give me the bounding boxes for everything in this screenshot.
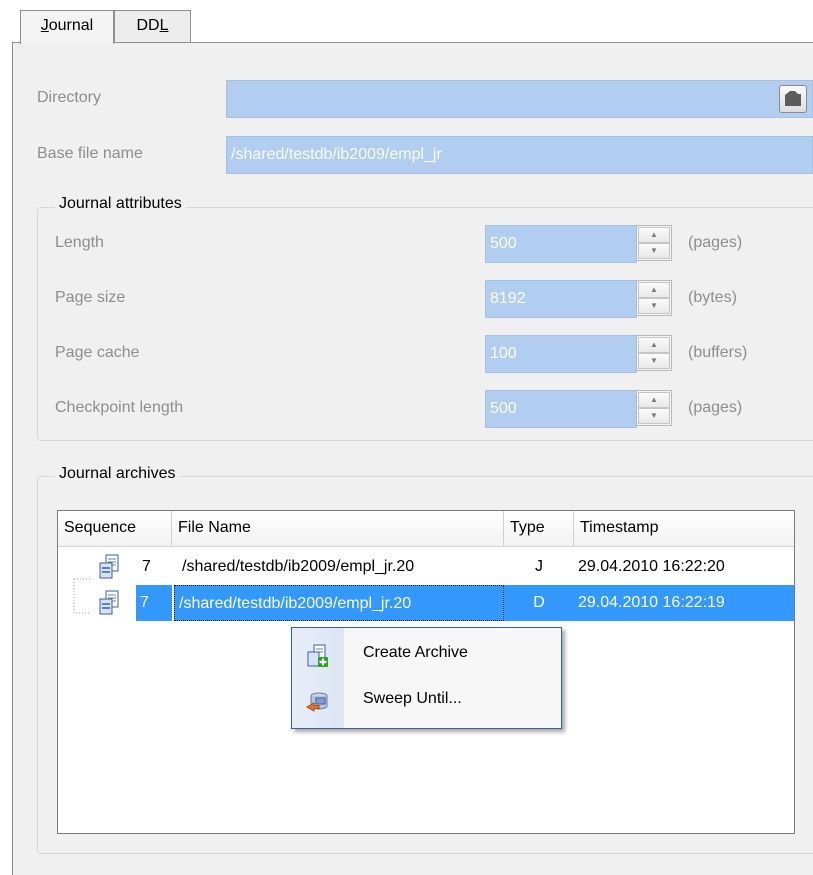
base-file-name-field[interactable]: /shared/testdb/ib2009/empl_jr bbox=[226, 136, 813, 174]
length-unit: (pages) bbox=[688, 234, 743, 251]
directory-field[interactable] bbox=[226, 80, 813, 118]
tab-ddl-label-accel: L bbox=[159, 17, 169, 34]
tab-ddl-label: DD bbox=[136, 17, 160, 34]
journal-archives-title: Journal archives bbox=[55, 465, 180, 483]
length-spinner[interactable]: ▲ ▼ bbox=[636, 225, 672, 261]
checkpoint-length-label: Checkpoint length bbox=[55, 399, 184, 416]
journal-attributes-title: Journal attributes bbox=[55, 195, 186, 213]
page-size-unit: (bytes) bbox=[688, 289, 737, 306]
tab-ddl[interactable]: DDL bbox=[114, 10, 191, 42]
page-size-label: Page size bbox=[55, 289, 126, 306]
length-label: Length bbox=[55, 234, 104, 251]
cell-sequence: 7 bbox=[136, 585, 172, 621]
context-menu: Create Archive Sweep Until... bbox=[291, 627, 562, 729]
checkpoint-length-spinner[interactable]: ▲ ▼ bbox=[636, 390, 672, 426]
spin-up-icon[interactable]: ▲ bbox=[638, 282, 670, 298]
cell-file-name: /shared/testdb/ib2009/empl_jr.20 bbox=[174, 585, 504, 621]
page-size-spinner[interactable]: ▲ ▼ bbox=[636, 280, 672, 316]
browse-folder-button[interactable] bbox=[779, 85, 807, 113]
column-header-type[interactable]: Type bbox=[504, 511, 574, 547]
sweep-icon bbox=[305, 692, 328, 712]
spin-down-icon[interactable]: ▼ bbox=[638, 298, 670, 314]
checkpoint-length-unit: (pages) bbox=[688, 399, 743, 416]
spin-up-icon[interactable]: ▲ bbox=[638, 337, 670, 353]
length-input[interactable]: 500 bbox=[485, 225, 637, 263]
page-size-input[interactable]: 8192 bbox=[485, 280, 637, 318]
base-file-name-label: Base file name bbox=[37, 145, 143, 162]
tab-journal[interactable]: Journal bbox=[20, 10, 114, 44]
spin-down-icon[interactable]: ▼ bbox=[638, 353, 670, 369]
spin-down-icon[interactable]: ▼ bbox=[638, 243, 670, 259]
menu-item-label: Create Archive bbox=[363, 644, 468, 661]
journal-archive-icon bbox=[99, 554, 119, 579]
directory-label: Directory bbox=[37, 89, 102, 106]
cell-file-name: /shared/testdb/ib2009/empl_jr.20 bbox=[182, 558, 415, 575]
spin-down-icon[interactable]: ▼ bbox=[638, 408, 670, 424]
cell-type: J bbox=[535, 558, 543, 575]
page-cache-input[interactable]: 100 bbox=[485, 335, 637, 373]
cell-type: D bbox=[504, 585, 574, 621]
menu-item-create-archive[interactable]: Create Archive bbox=[293, 632, 561, 678]
page-cache-spinner[interactable]: ▲ ▼ bbox=[636, 335, 672, 371]
spin-up-icon[interactable]: ▲ bbox=[638, 227, 670, 243]
cell-timestamp: 29.04.2010 16:22:20 bbox=[578, 558, 725, 575]
column-header-timestamp[interactable]: Timestamp bbox=[574, 511, 794, 547]
column-header-sequence[interactable]: Sequence bbox=[58, 511, 172, 547]
folder-icon bbox=[785, 91, 801, 106]
cell-sequence: 7 bbox=[142, 558, 151, 575]
menu-item-label: Sweep Until... bbox=[363, 690, 462, 707]
checkpoint-length-input[interactable]: 500 bbox=[485, 390, 637, 428]
page-cache-label: Page cache bbox=[55, 344, 140, 361]
spin-up-icon[interactable]: ▲ bbox=[638, 392, 670, 408]
page-cache-unit: (buffers) bbox=[688, 344, 748, 361]
column-header-file-name[interactable]: File Name bbox=[172, 511, 504, 547]
cell-timestamp: 29.04.2010 16:22:19 bbox=[574, 585, 794, 621]
menu-item-sweep-until[interactable]: Sweep Until... bbox=[293, 678, 561, 724]
create-archive-icon bbox=[307, 644, 328, 667]
tab-journal-label: ournal bbox=[48, 17, 94, 34]
journal-archive-icon bbox=[99, 590, 119, 615]
tab-journal-label-accel: J bbox=[40, 17, 49, 34]
